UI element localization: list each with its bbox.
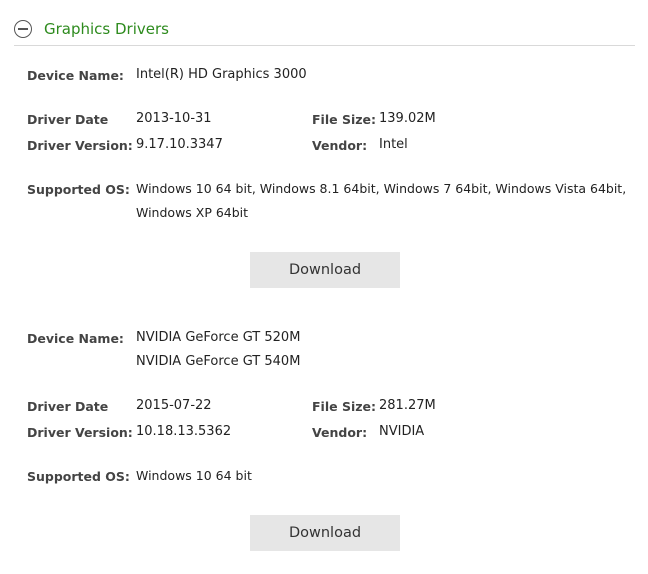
device-name-label: Device Name: xyxy=(27,331,124,346)
download-button[interactable]: Download xyxy=(250,252,400,288)
driver-date-label: Driver Date xyxy=(27,399,109,414)
vendor-value: NVIDIA xyxy=(379,424,425,439)
supported-os-label: Supported OS: xyxy=(27,182,130,197)
vendor-label: Vendor: xyxy=(312,138,368,153)
driver-version-value: 9.17.10.3347 xyxy=(136,137,223,152)
driver-date-label: Driver Date xyxy=(27,112,109,127)
file-size-label: File Size: xyxy=(312,112,376,127)
driver-version-label: Driver Version: xyxy=(27,425,133,440)
device-name-value: NVIDIA GeForce GT 540M xyxy=(136,354,301,369)
collapse-icon[interactable] xyxy=(14,20,32,38)
vendor-label: Vendor: xyxy=(312,425,368,440)
driver-date-value: 2015-07-22 xyxy=(136,398,212,413)
device-name-label: Device Name: xyxy=(27,68,124,83)
download-button[interactable]: Download xyxy=(250,515,400,551)
device-name-value: NVIDIA GeForce GT 520M xyxy=(136,330,301,345)
file-size-value: 281.27M xyxy=(379,398,436,413)
driver-version-label: Driver Version: xyxy=(27,138,133,153)
supported-os-label: Supported OS: xyxy=(27,469,130,484)
vendor-value: Intel xyxy=(379,137,408,152)
device-name-value: Intel(R) HD Graphics 3000 xyxy=(136,67,307,82)
supported-os-value: Windows XP 64bit xyxy=(136,205,249,220)
file-size-value: 139.02M xyxy=(379,111,436,126)
supported-os-value: Windows 10 64 bit xyxy=(136,468,252,483)
graphics-drivers-section-header: Graphics Drivers xyxy=(14,18,635,46)
driver-date-value: 2013-10-31 xyxy=(136,111,212,126)
supported-os-value: Windows 10 64 bit, Windows 8.1 64bit, Wi… xyxy=(136,181,627,196)
file-size-label: File Size: xyxy=(312,399,376,414)
driver-version-value: 10.18.13.5362 xyxy=(136,424,232,439)
section-title: Graphics Drivers xyxy=(44,20,169,38)
